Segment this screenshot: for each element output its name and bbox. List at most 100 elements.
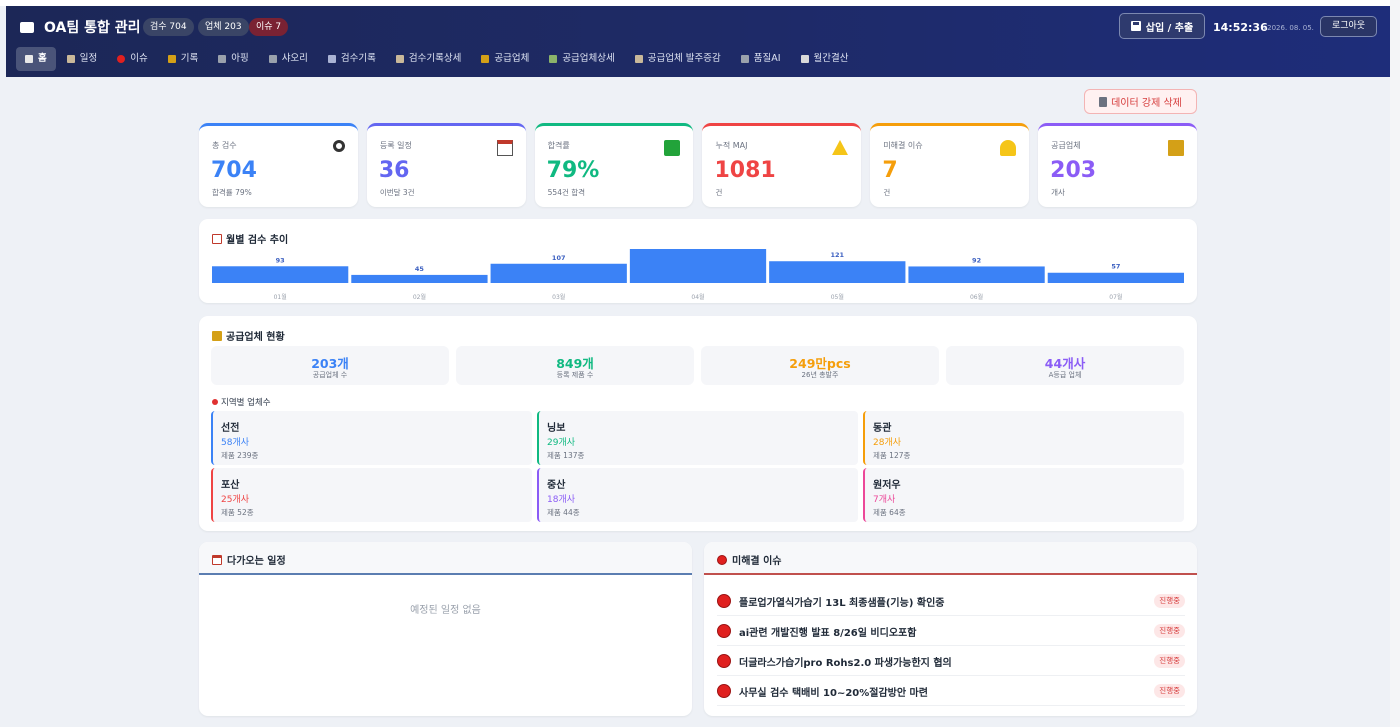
region-card[interactable]: 동관 28개사 제품 127종 [863, 411, 1184, 465]
red-circle-icon [717, 594, 731, 608]
nav-item-10[interactable]: 공급업체 발주증감 [626, 47, 730, 71]
clock: 14:52:36 [1213, 21, 1268, 34]
unresolved-issues-panel: 미해결 이슈 플로업가열식가습기 13L 최종샘플(기능) 확인중 진행중 ai관련… [704, 542, 1197, 716]
red-circle-icon [117, 55, 126, 63]
region-card[interactable]: 닝보 29개사 제품 137종 [537, 411, 858, 465]
nav-item-label: 일정 [79, 53, 98, 64]
schedule-empty-message: 예정된 일정 없음 [410, 605, 481, 616]
issue-text: 사무실 검수 택배비 10~20%절감방안 마련 [739, 688, 928, 699]
bar-value-label: 57 [1111, 263, 1120, 271]
region-title: 지역별 업체수 [212, 396, 271, 408]
stat-card: 등록 일정 36 이번달 3건 [366, 123, 526, 207]
issue-status-badge: 진행중 [1154, 624, 1185, 638]
bar-02월 [351, 274, 488, 283]
document-icon [800, 55, 809, 63]
bar-value-label: 93 [276, 256, 285, 264]
month-tick-label: 04월 [691, 293, 704, 301]
region-name: 동관 [873, 423, 892, 434]
stat-sub: 합격률 79% [212, 188, 252, 197]
stat-sub: 건 [715, 188, 723, 197]
region-count: 29개사 [547, 438, 576, 448]
nav-item-12[interactable]: 월간결산 [792, 47, 858, 71]
region-products: 제품 44종 [547, 508, 580, 517]
region-card[interactable]: 선전 58개사 제품 239종 [211, 411, 532, 465]
nav-item-6[interactable]: 검수기록 [319, 47, 385, 71]
stat-sub: 개사 [1051, 188, 1065, 197]
region-products: 제품 52종 [221, 508, 254, 517]
nav-item-1[interactable]: 일정 [58, 47, 106, 71]
issue-status-badge: 진행중 [1154, 594, 1185, 608]
bar-06월 [908, 266, 1045, 283]
logout-button[interactable]: 로그아웃 [1320, 16, 1377, 37]
nav-item-2[interactable]: 이슈 [108, 47, 156, 71]
factory-icon [212, 330, 222, 341]
issues-title-text: 미해결 이슈 [732, 556, 782, 567]
inspection-count-badge: 검수 704 [143, 18, 194, 36]
person-icon [218, 55, 227, 63]
page-scrollbar[interactable] [1390, 0, 1400, 727]
region-count: 18개사 [547, 495, 576, 505]
month-tick-label: 07월 [1109, 293, 1122, 301]
nav-item-label: 기록 [180, 53, 199, 64]
schedule-title-text: 다가오는 일정 [227, 556, 286, 567]
nav-item-label: 이슈 [130, 53, 148, 64]
main-content: 데이터 강제 삭제 총 검수 704 합격률 79% 등록 일정 36 이번달 3건 합격률… [0, 77, 1400, 727]
nav-item-11[interactable]: 품질AI [732, 47, 790, 71]
person-icon [268, 55, 277, 63]
red-circle-icon [717, 554, 727, 565]
bar-04월 [629, 249, 767, 283]
nav-item-4[interactable]: 아핑 [209, 47, 257, 71]
region-card[interactable]: 원저우 7개사 제품 64종 [863, 468, 1184, 522]
bar-value-label: 92 [972, 256, 981, 264]
magnifier-icon [332, 140, 345, 152]
supplier-summary-label: 26년 총발주 [801, 371, 839, 379]
nav-item-5[interactable]: 샤오리 [260, 47, 317, 71]
nav-item-3[interactable]: 기록 [159, 47, 207, 71]
insert-export-label: 삽입 / 추출 [1145, 22, 1194, 34]
stat-value: 79% [546, 158, 600, 183]
issue-row[interactable]: ai관련 개발진행 발표 8/26일 비디오포함 진행중 [717, 616, 1185, 646]
supplier-status-title: 공급업체 현황 [212, 328, 285, 343]
bar-value-label: 121 [830, 251, 844, 259]
stat-label: 등록 일정 [379, 141, 412, 150]
nav-item-7[interactable]: 검수기록상세 [387, 47, 470, 71]
nav-item-9[interactable]: 공급업체상세 [540, 47, 623, 71]
save-icon [1130, 21, 1141, 31]
region-products: 제품 239종 [221, 451, 259, 460]
issues-title: 미해결 이슈 [717, 552, 781, 567]
red-circle-icon [717, 654, 731, 668]
monthly-trend-title: 월별 검수 추이 [212, 231, 288, 246]
nav-item-0[interactable]: 홈 [16, 47, 56, 71]
chart-icon [212, 233, 222, 244]
factory-icon [1167, 140, 1184, 156]
supplier-summary-card: 44개사 A등급 업체 [946, 346, 1184, 385]
region-count: 25개사 [221, 495, 250, 505]
stat-label: 공급업체 [1051, 141, 1081, 150]
issue-row[interactable]: 사무실 검수 택배비 10~20%절감방안 마련 진행중 [717, 676, 1185, 706]
issue-row[interactable]: 플로업가열식가습기 13L 최종샘플(기능) 확인중 진행중 [717, 586, 1185, 616]
supplier-summary-label: 등록 제품 수 [556, 371, 594, 379]
schedule-title: 다가오는 일정 [212, 552, 286, 567]
bell-icon [1000, 140, 1017, 156]
bar-07월 [1047, 272, 1184, 283]
region-card[interactable]: 포산 25개사 제품 52종 [211, 468, 532, 522]
nav-item-8[interactable]: 공급업체 [472, 47, 538, 71]
bar-01월 [212, 266, 349, 283]
home-icon [25, 55, 33, 63]
stat-value: 7 [882, 158, 898, 183]
force-delete-button[interactable]: 데이터 강제 삭제 [1084, 89, 1197, 114]
region-products: 제품 127종 [873, 451, 911, 460]
monthly-trend-panel: 월별 검수 추이 9301월4502월10703월18904월12105월920… [199, 219, 1197, 303]
stat-value: 203 [1050, 158, 1097, 183]
supplier-count-badge: 업체 203 [198, 18, 249, 36]
insert-export-button[interactable]: 삽입 / 추출 [1119, 13, 1205, 39]
issue-row[interactable]: 더글라스가습기pro Rohs2.0 파생가능한지 협의 진행중 [717, 646, 1185, 676]
app-title: OA팀 통합 관리 [44, 20, 141, 36]
stat-label: 미해결 이슈 [883, 141, 923, 150]
stat-card: 누적 MAJ 1081 건 [702, 123, 862, 207]
stat-cards: 총 검수 704 합격률 79% 등록 일정 36 이번달 3건 합격률 79% 554건 합격… [199, 123, 1197, 207]
region-card[interactable]: 중산 18개사 제품 44종 [537, 468, 858, 522]
chart-icon [395, 55, 404, 63]
stat-card: 미해결 이슈 7 건 [870, 123, 1030, 207]
stat-label: 총 검수 [212, 141, 237, 150]
